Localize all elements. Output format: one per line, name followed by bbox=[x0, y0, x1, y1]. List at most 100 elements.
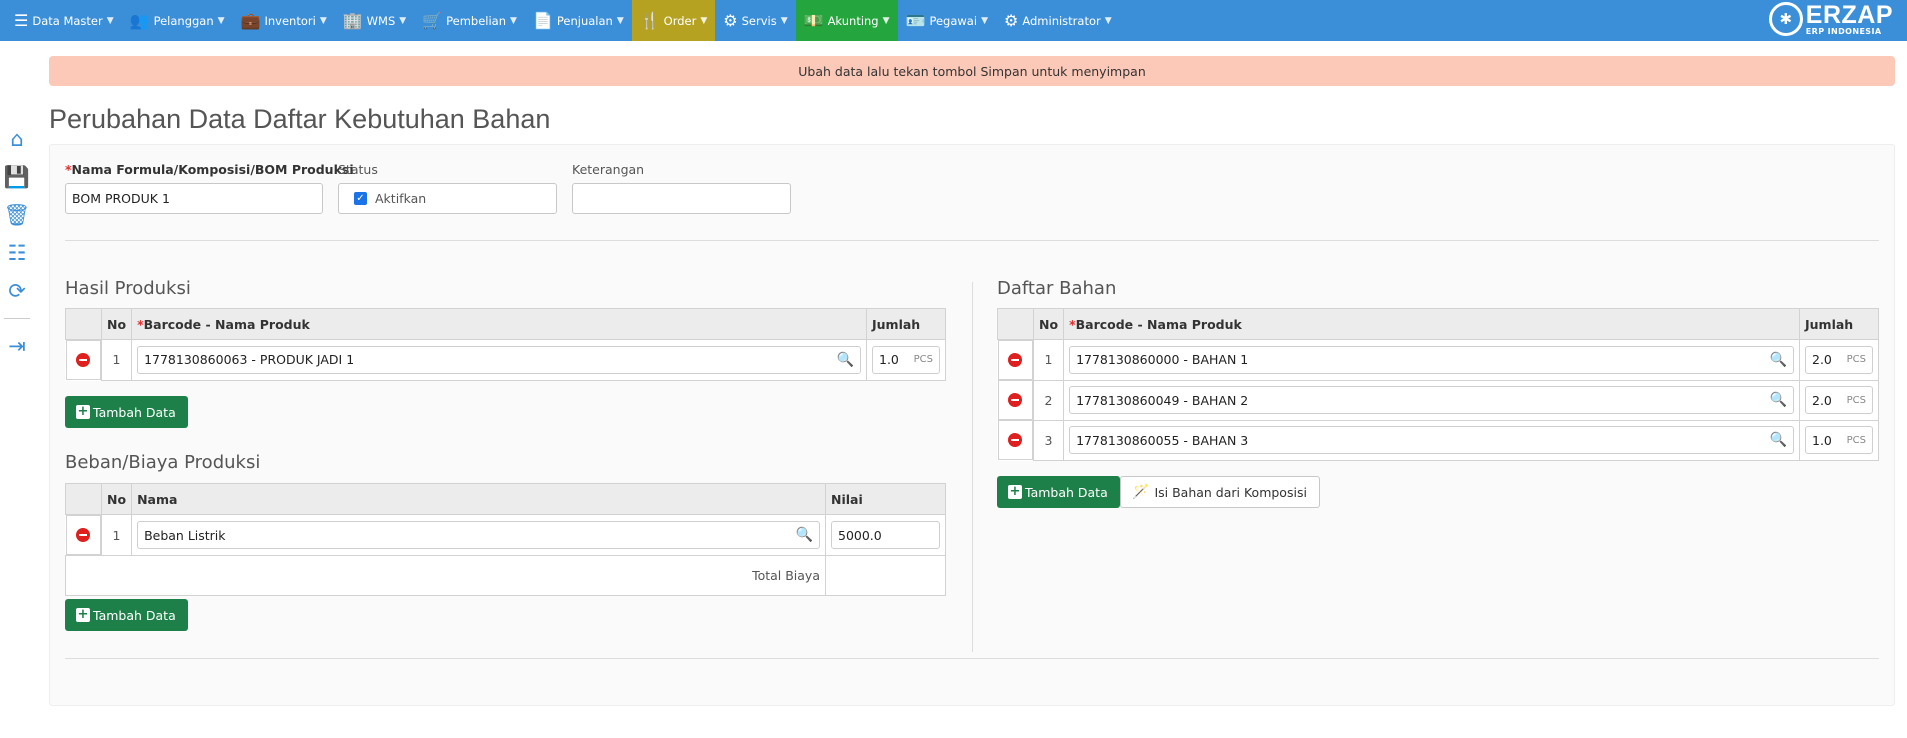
no-col-header: No bbox=[100, 308, 133, 340]
qty-input[interactable]: 2.0 PCS bbox=[1805, 386, 1873, 414]
nav-data-master[interactable]: ☰ Data Master ▼ bbox=[6, 0, 122, 41]
hasil-section-title: Hasil Produksi bbox=[65, 278, 191, 299]
erzap-logo-icon: ✱ bbox=[1768, 2, 1803, 36]
cutlery-icon: 🍴 bbox=[639, 10, 660, 30]
active-checkbox-label: Aktifkan bbox=[375, 191, 427, 206]
table-row: 1 Beban Listrik 🔍 5000.0 bbox=[65, 514, 946, 556]
nav-label: Penjualan bbox=[556, 13, 613, 28]
row-no: 1 bbox=[100, 514, 133, 556]
search-icon[interactable]: 🔍 bbox=[1770, 392, 1787, 408]
qty-input[interactable]: 2.0 PCS bbox=[1805, 345, 1873, 374]
nav-label: Order bbox=[663, 13, 697, 28]
name-field-label: *Nama Formula/Komposisi/BOM Produksi bbox=[65, 162, 354, 177]
cart-icon: 🛒 bbox=[422, 10, 443, 30]
remove-icon bbox=[1008, 433, 1023, 447]
total-row: Total Biaya bbox=[65, 555, 946, 596]
chevron-down-icon: ▼ bbox=[217, 15, 225, 26]
nav-order[interactable]: 🍴 Order ▼ bbox=[631, 0, 716, 41]
value-cell: 5000.0 bbox=[825, 514, 946, 556]
product-input[interactable]: 1778130860049 - BAHAN 2 🔍 bbox=[1069, 386, 1794, 414]
search-icon[interactable]: 🔍 bbox=[837, 352, 854, 368]
brand-logo[interactable]: ✱ ERZAP ERP INDONESIA bbox=[1768, 0, 1893, 36]
note-label: Keterangan bbox=[572, 162, 645, 177]
product-cell: 1778130860000 - BAHAN 1 🔍 bbox=[1063, 339, 1800, 381]
qty-input[interactable]: 1.0 PCS bbox=[1805, 426, 1873, 454]
chevron-down-icon: ▼ bbox=[780, 15, 788, 26]
bahan-section-title: Daftar Bahan bbox=[997, 278, 1117, 299]
plus-icon: + bbox=[1008, 484, 1022, 499]
remove-row-button[interactable] bbox=[997, 380, 1033, 420]
search-icon[interactable]: 🔍 bbox=[1770, 432, 1787, 448]
qty-cell: 2.0 PCS bbox=[1799, 339, 1879, 381]
row-no: 3 bbox=[1032, 419, 1065, 461]
product-input[interactable]: 1778130860055 - BAHAN 3 🔍 bbox=[1069, 426, 1794, 454]
home-icon[interactable]: ⌂ bbox=[0, 120, 34, 158]
form-panel: *Nama Formula/Komposisi/BOM Produksi BOM… bbox=[49, 144, 1895, 706]
product-input[interactable]: 1778130860063 - PRODUK JADI 1 🔍 bbox=[137, 345, 861, 374]
qty-cell: 1.0 PCS bbox=[866, 339, 946, 381]
cost-value-input[interactable]: 5000.0 bbox=[831, 521, 940, 549]
row-no: 1 bbox=[1032, 339, 1065, 381]
chevron-down-icon: ▼ bbox=[700, 15, 708, 26]
bahan-table: No *Barcode - Nama Produk Jumlah 1 17781… bbox=[997, 308, 1879, 461]
briefcase-icon: 💼 bbox=[240, 10, 261, 30]
gears-icon: ⚙ bbox=[723, 10, 738, 30]
list-icon[interactable]: ☷ bbox=[0, 234, 34, 272]
brand-name: ERZAP bbox=[1805, 0, 1893, 29]
refresh-icon[interactable]: ⟳ bbox=[0, 272, 34, 310]
cost-name-input[interactable]: Beban Listrik 🔍 bbox=[137, 521, 820, 549]
nav-label: Akunting bbox=[827, 13, 879, 28]
bahan-add-button[interactable]: + Tambah Data bbox=[997, 476, 1120, 508]
fill-from-composition-button[interactable]: 🪄 Isi Bahan dari Komposisi bbox=[1120, 476, 1320, 508]
nav-inventori[interactable]: 💼 Inventori ▼ bbox=[233, 0, 335, 41]
remove-row-button[interactable] bbox=[65, 340, 101, 380]
search-icon[interactable]: 🔍 bbox=[1770, 352, 1787, 368]
page-title: Perubahan Data Daftar Kebutuhan Bahan bbox=[49, 104, 551, 134]
row-no: 2 bbox=[1032, 379, 1065, 421]
nav-akunting[interactable]: 💵 Akunting ▼ bbox=[795, 0, 898, 41]
save-icon[interactable]: 💾 bbox=[0, 158, 34, 196]
product-cell: 1778130860063 - PRODUK JADI 1 🔍 bbox=[131, 339, 867, 381]
nav-pegawai[interactable]: 🪪 Pegawai ▼ bbox=[898, 0, 996, 41]
action-sidebar: ⌂ 💾 🗑 ☷ ⟳ ⇥ bbox=[0, 120, 34, 365]
users-icon: 👥 bbox=[129, 10, 150, 30]
plus-icon: + bbox=[76, 404, 90, 419]
nav-administrator[interactable]: ⚙ Administrator ▼ bbox=[996, 0, 1120, 41]
no-col-header: No bbox=[100, 483, 133, 515]
nav-penjualan[interactable]: 📄 Penjualan ▼ bbox=[525, 0, 632, 41]
list-icon: ☰ bbox=[14, 10, 29, 30]
nav-servis[interactable]: ⚙ Servis ▼ bbox=[715, 0, 795, 41]
beban-add-button[interactable]: + Tambah Data bbox=[65, 599, 188, 631]
trash-icon[interactable]: 🗑 bbox=[0, 196, 34, 234]
table-row: 2 1778130860049 - BAHAN 2 🔍 2.0 PCS bbox=[997, 379, 1879, 421]
copy-icon: 📄 bbox=[532, 10, 553, 30]
active-checkbox[interactable]: ✓ bbox=[354, 192, 367, 205]
nav-wms[interactable]: 🏢 WMS ▼ bbox=[335, 0, 414, 41]
name-input[interactable]: BOM PRODUK 1 bbox=[65, 183, 323, 214]
status-field: ✓ Aktifkan bbox=[338, 183, 557, 214]
unit-label: PCS bbox=[913, 354, 933, 366]
qty-input[interactable]: 1.0 PCS bbox=[872, 345, 940, 374]
qty-cell: 1.0 PCS bbox=[1799, 419, 1879, 461]
note-input[interactable] bbox=[572, 183, 791, 214]
building-icon: 🏢 bbox=[342, 10, 363, 30]
money-icon: 💵 bbox=[803, 10, 824, 30]
hasil-add-button[interactable]: + Tambah Data bbox=[65, 396, 188, 428]
chevron-down-icon: ▼ bbox=[616, 15, 624, 26]
hasil-table: No *Barcode - Nama Produk Jumlah 1 17781… bbox=[65, 308, 946, 381]
product-input[interactable]: 1778130860000 - BAHAN 1 🔍 bbox=[1069, 345, 1794, 374]
remove-row-button[interactable] bbox=[65, 515, 101, 555]
remove-row-button[interactable] bbox=[997, 340, 1033, 380]
remove-icon bbox=[1008, 393, 1023, 407]
remove-row-button[interactable] bbox=[997, 420, 1033, 460]
search-icon[interactable]: 🔍 bbox=[796, 527, 813, 543]
beban-table: No Nama Nilai 1 Beban Listrik 🔍 5000.0 To… bbox=[65, 483, 946, 596]
remove-icon bbox=[76, 353, 91, 367]
remove-col-header bbox=[997, 308, 1034, 340]
nav-pembelian[interactable]: 🛒 Pembelian ▼ bbox=[414, 0, 525, 41]
nav-pelanggan[interactable]: 👥 Pelanggan ▼ bbox=[122, 0, 233, 41]
brand-tagline: ERP INDONESIA bbox=[1805, 26, 1882, 36]
logout-icon[interactable]: ⇥ bbox=[0, 327, 34, 365]
qty-col-header: Jumlah bbox=[1799, 308, 1879, 340]
chevron-down-icon: ▼ bbox=[882, 15, 890, 26]
